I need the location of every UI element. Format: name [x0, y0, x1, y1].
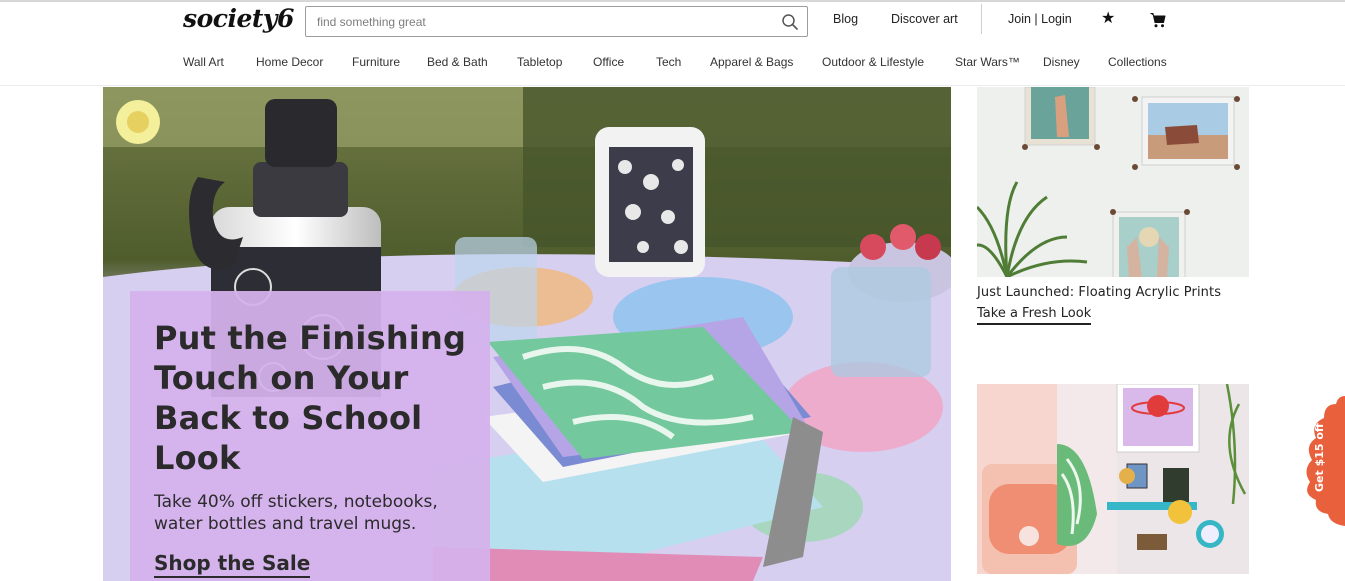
nav-item-collections[interactable]: Collections	[1108, 55, 1167, 69]
hero-promo-panel: Put the Finishing Touch on Your Back to …	[130, 291, 490, 581]
shop-the-sale-link[interactable]: Shop the Sale	[154, 551, 311, 578]
blog-link[interactable]: Blog	[833, 12, 858, 26]
take-a-fresh-look-link[interactable]: Take a Fresh Look	[977, 306, 1092, 325]
nav-item-bed-bath[interactable]: Bed & Bath	[427, 55, 488, 69]
category-nav: Wall Art Home Decor Furniture Bed & Bath…	[0, 55, 1345, 73]
hero-headline: Put the Finishing Touch on Your Back to …	[154, 319, 467, 477]
nav-item-tech[interactable]: Tech	[656, 55, 681, 69]
nav-divider	[0, 85, 1345, 86]
society6-logo[interactable]: society6	[183, 4, 294, 33]
nav-item-furniture[interactable]: Furniture	[352, 55, 400, 69]
get-15-off-tab[interactable]: Get $15 off	[1302, 396, 1345, 526]
search-icon[interactable]	[781, 13, 799, 31]
hero-subtext: Take 40% off stickers, notebooks, water …	[154, 492, 438, 534]
discover-art-link[interactable]: Discover art	[891, 12, 958, 26]
acrylic-prints-image[interactable]	[977, 87, 1249, 277]
nav-item-star-wars[interactable]: Star Wars™	[955, 55, 1020, 69]
top-divider	[0, 0, 1345, 2]
search-bar[interactable]	[305, 6, 808, 37]
join-login-link[interactable]: Join | Login	[1008, 12, 1072, 26]
room-decor-image[interactable]	[977, 384, 1249, 574]
star-icon[interactable]: ★	[1101, 10, 1117, 28]
room-decor-photo	[977, 384, 1249, 574]
side-tab-label: Get $15 off	[1313, 423, 1326, 492]
hero-banner[interactable]: Put the Finishing Touch on Your Back to …	[103, 87, 951, 581]
nav-item-disney[interactable]: Disney	[1043, 55, 1080, 69]
nav-item-apparel-bags[interactable]: Apparel & Bags	[710, 55, 793, 69]
tile-title: Just Launched: Floating Acrylic Prints	[977, 285, 1222, 300]
nav-item-tabletop[interactable]: Tabletop	[517, 55, 562, 69]
header-divider	[981, 4, 982, 34]
search-input[interactable]	[317, 13, 767, 31]
nav-item-office[interactable]: Office	[593, 55, 624, 69]
acrylic-prints-photo	[977, 87, 1249, 277]
cart-icon[interactable]	[1150, 12, 1166, 28]
nav-item-wall-art[interactable]: Wall Art	[183, 55, 224, 69]
nav-item-outdoor-lifestyle[interactable]: Outdoor & Lifestyle	[822, 55, 924, 69]
nav-item-home-decor[interactable]: Home Decor	[256, 55, 323, 69]
